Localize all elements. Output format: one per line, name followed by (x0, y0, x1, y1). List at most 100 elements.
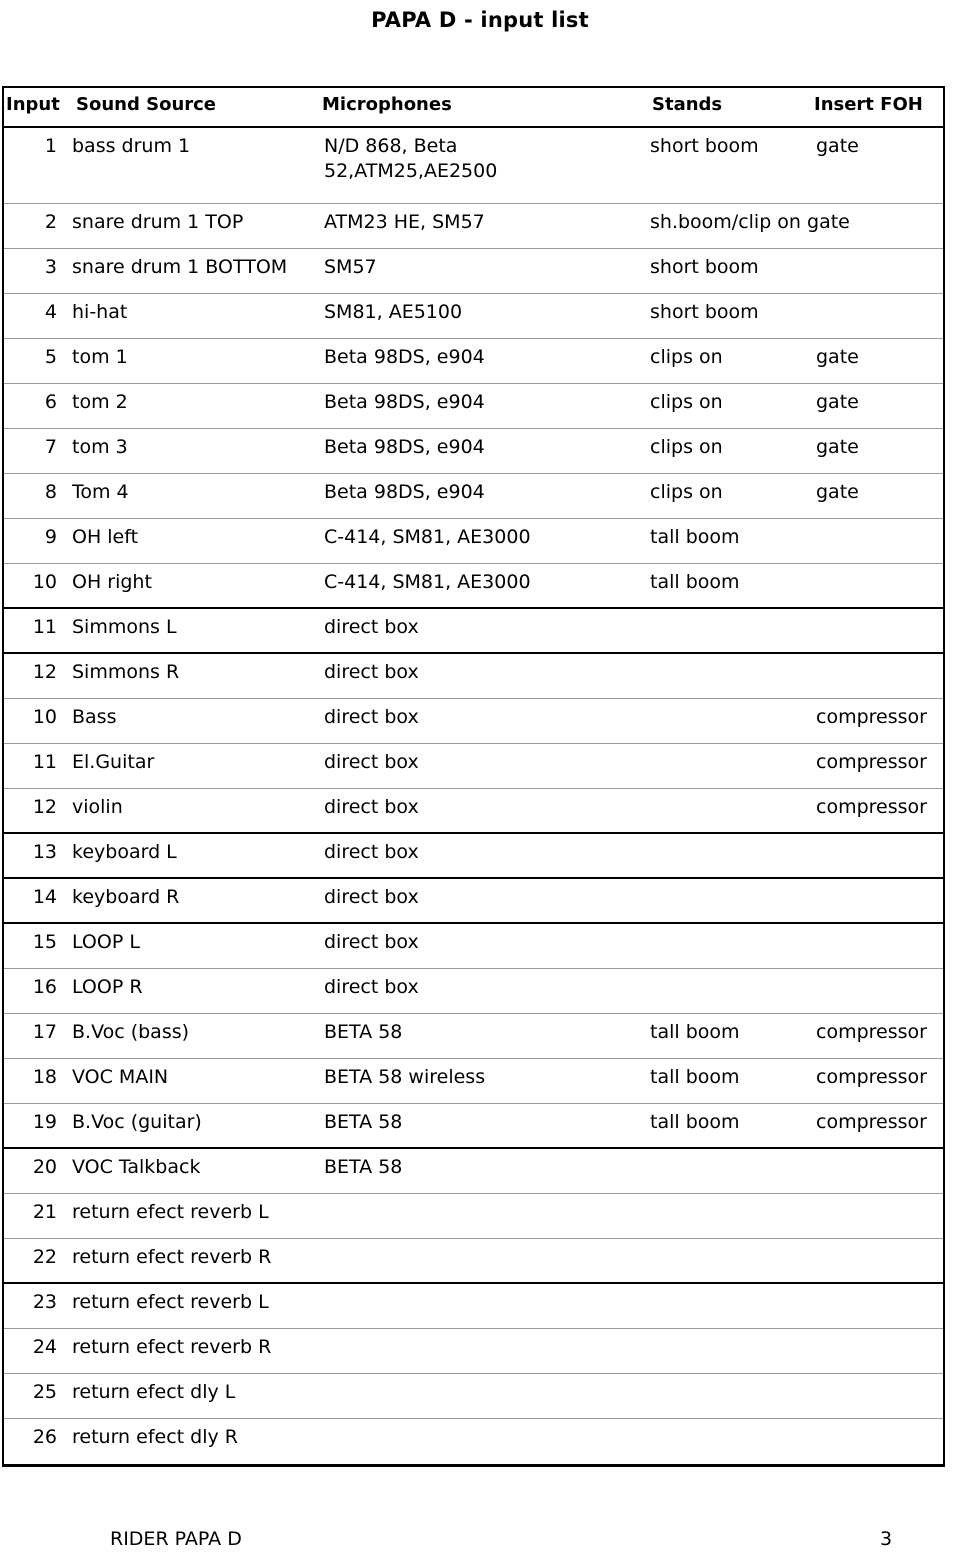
table-row: 10 OH right C-414, SM81, AE3000 tall boo… (4, 564, 943, 609)
cell-input: 6 (44, 391, 57, 413)
table-row: 6 tom 2 Beta 98DS, e904 clips on gate (4, 384, 943, 429)
table-row: 9 OH left C-414, SM81, AE3000 tall boom (4, 519, 943, 564)
column-header-insert-foh: Insert FOH (814, 94, 923, 115)
cell-insert: compressor (816, 1111, 927, 1133)
table-row: 12 Simmons R direct box (4, 654, 943, 699)
table-row: 14 keyboard R direct box (4, 879, 943, 924)
cell-microphone: SM57 (324, 256, 377, 278)
table-row: 11 El.Guitar direct box compressor (4, 744, 943, 789)
cell-input: 2 (44, 211, 57, 233)
cell-source: Simmons R (72, 661, 180, 683)
cell-input: 14 (32, 886, 57, 908)
table-row: 7 tom 3 Beta 98DS, e904 clips on gate (4, 429, 943, 474)
cell-insert: gate (816, 346, 859, 368)
cell-microphone: N/D 868, Beta 52,ATM25,AE2500 (324, 135, 498, 182)
cell-source: B.Voc (bass) (72, 1021, 190, 1043)
cell-source: return efect dly R (72, 1426, 238, 1448)
cell-input: 9 (44, 526, 57, 548)
cell-microphone: direct box (324, 976, 419, 998)
cell-stand: clips on (650, 481, 723, 503)
table-row: 12 violin direct box compressor (4, 789, 943, 834)
cell-input: 13 (32, 841, 57, 863)
cell-input: 4 (44, 301, 57, 323)
cell-source: violin (72, 796, 123, 818)
cell-source: tom 1 (72, 346, 128, 368)
cell-stand: short boom (650, 135, 759, 157)
cell-microphone: ATM23 HE, SM57 (324, 211, 485, 233)
cell-source: B.Voc (guitar) (72, 1111, 202, 1133)
table-row: 15 LOOP L direct box (4, 924, 943, 969)
cell-source: Tom 4 (72, 481, 129, 503)
cell-microphone: direct box (324, 841, 419, 863)
cell-input: 11 (32, 751, 57, 773)
cell-insert: gate (816, 436, 859, 458)
cell-stand: tall boom (650, 571, 740, 593)
cell-microphone: direct box (324, 796, 419, 818)
cell-input: 23 (32, 1291, 57, 1313)
cell-input: 17 (32, 1021, 57, 1043)
cell-insert: gate (816, 391, 859, 413)
cell-input: 7 (44, 436, 57, 458)
table-row: 18 VOC MAIN BETA 58 wireless tall boom c… (4, 1059, 943, 1104)
cell-source: keyboard R (72, 886, 180, 908)
cell-microphone: C-414, SM81, AE3000 (324, 526, 531, 548)
table-row: 5 tom 1 Beta 98DS, e904 clips on gate (4, 339, 943, 384)
page-footer: RIDER PAPA D 3 (0, 1528, 960, 1558)
cell-input: 21 (32, 1201, 57, 1223)
cell-microphone: direct box (324, 661, 419, 683)
cell-source: return efect dly L (72, 1381, 236, 1403)
cell-source: hi-hat (72, 301, 128, 323)
cell-microphone: Beta 98DS, e904 (324, 481, 485, 503)
cell-microphone: direct box (324, 886, 419, 908)
table-row: 26 return efect dly R (4, 1419, 943, 1467)
table-row: 20 VOC Talkback BETA 58 (4, 1149, 943, 1194)
table-row: 25 return efect dly L (4, 1374, 943, 1419)
cell-input: 22 (32, 1246, 57, 1268)
cell-input: 1 (44, 135, 57, 157)
table-row: 22 return efect reverb R (4, 1239, 943, 1284)
cell-source: El.Guitar (72, 751, 155, 773)
table-row: 17 B.Voc (bass) BETA 58 tall boom compre… (4, 1014, 943, 1059)
cell-source: return efect reverb R (72, 1246, 272, 1268)
cell-input: 12 (32, 796, 57, 818)
footer-document-name: RIDER PAPA D (110, 1528, 242, 1550)
cell-insert: gate (816, 481, 859, 503)
cell-insert: compressor (816, 1021, 927, 1043)
cell-microphone: SM81, AE5100 (324, 301, 463, 323)
table-row: 10 Bass direct box compressor (4, 699, 943, 744)
table-row: 1 bass drum 1 N/D 868, Beta 52,ATM25,AE2… (4, 128, 943, 204)
cell-input: 25 (32, 1381, 57, 1403)
cell-source: keyboard L (72, 841, 177, 863)
cell-insert: compressor (816, 751, 927, 773)
cell-input: 11 (32, 616, 57, 638)
cell-stand: tall boom (650, 526, 740, 548)
cell-source: Simmons L (72, 616, 177, 638)
cell-microphone: direct box (324, 751, 419, 773)
cell-microphone: C-414, SM81, AE3000 (324, 571, 531, 593)
footer-page-number: 3 (880, 1528, 893, 1550)
cell-input: 20 (32, 1156, 57, 1178)
cell-source: snare drum 1 TOP (72, 211, 244, 233)
cell-input: 5 (44, 346, 57, 368)
table-row: 24 return efect reverb R (4, 1329, 943, 1374)
cell-input: 3 (44, 256, 57, 278)
cell-stand: tall boom (650, 1111, 740, 1133)
table-row: 4 hi-hat SM81, AE5100 short boom (4, 294, 943, 339)
cell-source: OH right (72, 571, 152, 593)
cell-microphone: direct box (324, 931, 419, 953)
cell-insert: compressor (816, 1066, 927, 1088)
cell-source: LOOP R (72, 976, 143, 998)
cell-stand: clips on (650, 391, 723, 413)
cell-input: 8 (44, 481, 57, 503)
table-row: 19 B.Voc (guitar) BETA 58 tall boom comp… (4, 1104, 943, 1149)
cell-insert: compressor (816, 706, 927, 728)
cell-input: 12 (32, 661, 57, 683)
cell-source: return efect reverb R (72, 1336, 272, 1358)
table-row: 13 keyboard L direct box (4, 834, 943, 879)
input-list-table: Input Sound Source Microphones Stands In… (2, 86, 945, 1467)
table-row: 8 Tom 4 Beta 98DS, e904 clips on gate (4, 474, 943, 519)
page-title: PAPA D - input list (371, 8, 589, 32)
table-row: 23 return efect reverb L (4, 1284, 943, 1329)
cell-source: snare drum 1 BOTTOM (72, 256, 288, 278)
cell-microphone: direct box (324, 616, 419, 638)
